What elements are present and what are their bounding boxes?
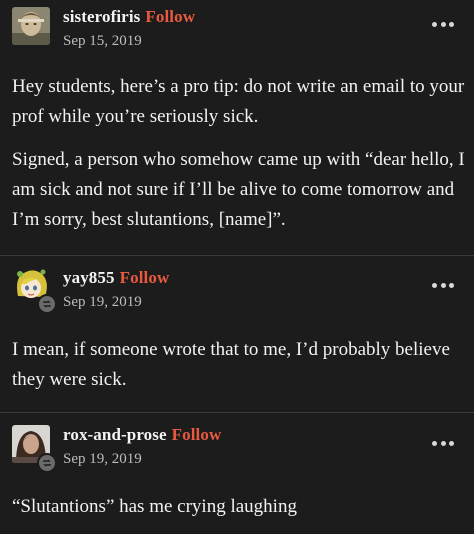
post: rox-and-prose Follow Sep 19, 2019 “Slutan… (0, 413, 474, 534)
post-paragraph: Signed, a person who somehow came up wit… (12, 149, 465, 230)
more-options-icon[interactable] (432, 21, 454, 27)
reblog-icon (37, 453, 57, 473)
post-paragraph: Hey students, here’s a pro tip: do not w… (12, 76, 465, 127)
post: sisterofiris Follow Sep 15, 2019 Hey stud… (0, 0, 474, 255)
post: yay855 Follow Sep 19, 2019 I mean, if som… (0, 256, 474, 412)
username[interactable]: sisterofiris (63, 7, 140, 26)
post-date: Sep 19, 2019 (63, 294, 142, 310)
follow-button[interactable]: Follow (172, 425, 222, 444)
username[interactable]: rox-and-prose (63, 425, 167, 444)
follow-button[interactable]: Follow (145, 7, 195, 26)
post-date: Sep 19, 2019 (63, 451, 142, 467)
follow-button[interactable]: Follow (120, 268, 170, 287)
reblog-icon (37, 294, 57, 314)
post-date: Sep 15, 2019 (63, 33, 142, 49)
username-row: yay855 Follow (63, 268, 169, 288)
avatar[interactable] (12, 7, 50, 45)
username-row: sisterofiris Follow (63, 7, 195, 27)
username[interactable]: yay855 (63, 268, 115, 287)
user-avatar-icon (12, 7, 50, 45)
more-options-icon[interactable] (432, 440, 454, 446)
post-paragraph: I mean, if someone wrote that to me, I’d… (12, 339, 450, 390)
more-options-icon[interactable] (432, 282, 454, 288)
post-paragraph: “Slutantions” has me crying laughing (12, 496, 297, 517)
username-row: rox-and-prose Follow (63, 425, 221, 445)
